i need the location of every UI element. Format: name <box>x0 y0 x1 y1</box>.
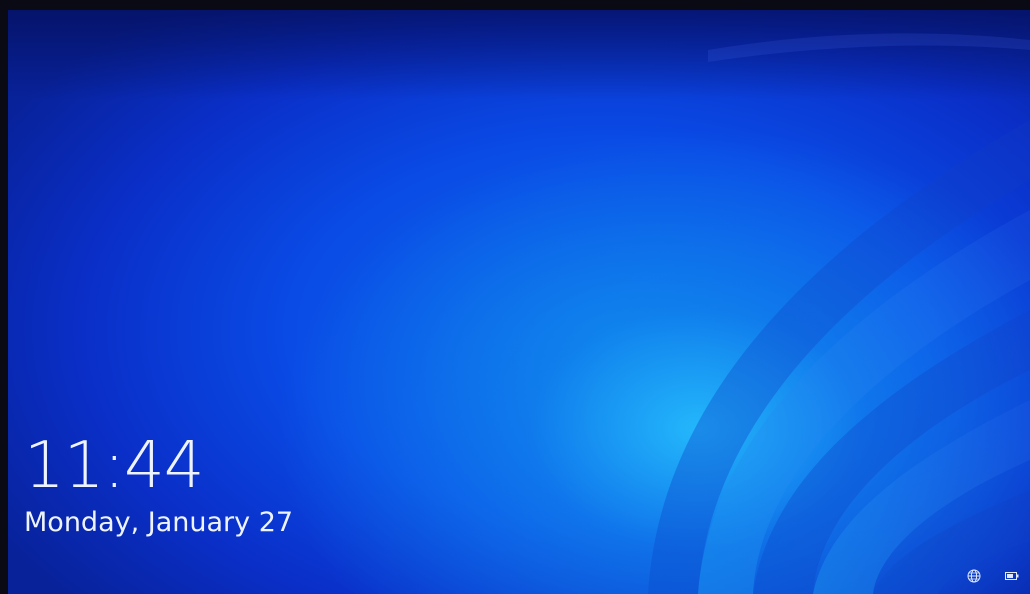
lock-date: Monday, January 27 <box>24 507 294 538</box>
lock-time: 11:44 <box>24 429 204 503</box>
battery-icon[interactable] <box>1004 568 1020 584</box>
system-tray <box>966 568 1020 584</box>
network-globe-icon[interactable] <box>966 568 982 584</box>
display-bezel: 11:44 Monday, January 27 <box>0 0 1030 594</box>
clock-block: 11:44 Monday, January 27 <box>24 430 293 540</box>
lock-screen[interactable]: 11:44 Monday, January 27 <box>8 10 1030 594</box>
wave-highlight <box>708 33 1030 62</box>
